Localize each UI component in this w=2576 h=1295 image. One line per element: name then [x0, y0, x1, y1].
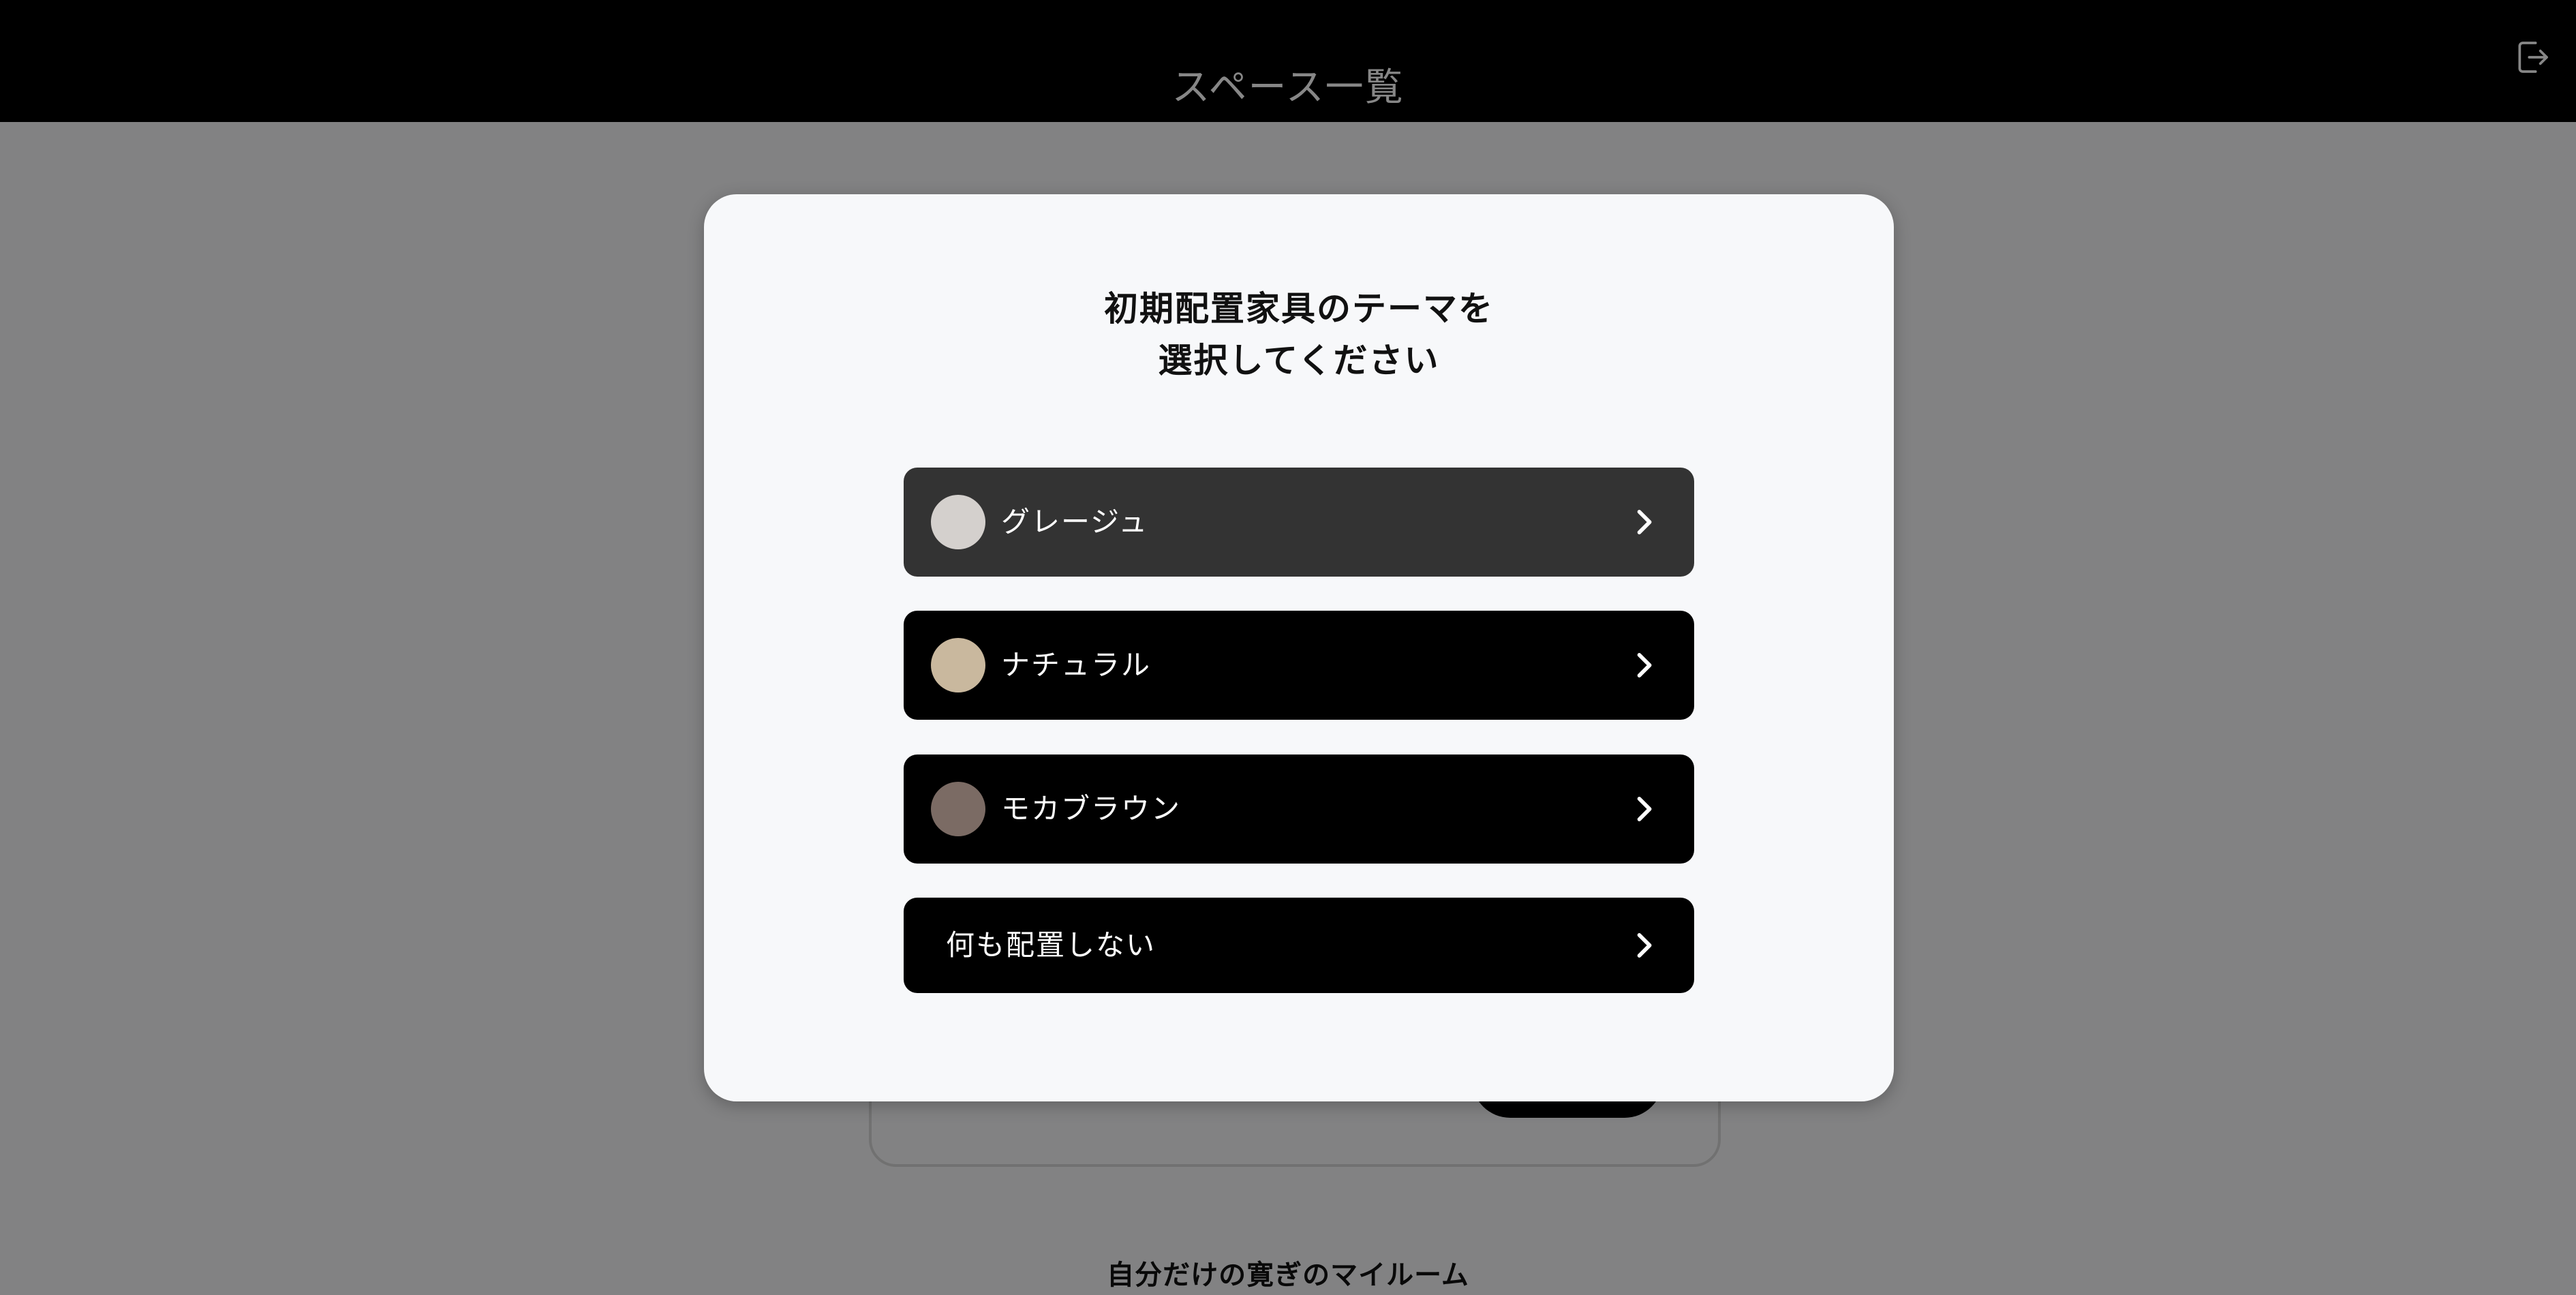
chevron-right-icon	[1637, 797, 1652, 821]
theme-option-none[interactable]: 何も配置しない	[904, 898, 1694, 993]
greige-swatch	[931, 495, 985, 549]
theme-option-natural[interactable]: ナチュラル	[904, 611, 1694, 720]
chevron-right-icon	[1637, 510, 1652, 534]
theme-option-label: ナチュラル	[1001, 648, 1152, 682]
theme-option-mocha-brown[interactable]: モカブラウン	[904, 755, 1694, 864]
theme-option-label: 何も配置しない	[946, 928, 1156, 962]
modal-title: 初期配置家具のテーマを 選択してください	[704, 283, 1894, 386]
theme-option-label: グレージュ	[1001, 505, 1149, 538]
theme-select-modal: 初期配置家具のテーマを 選択してください グレージュ ナチュラル モカブラウン …	[704, 194, 1894, 1101]
chevron-right-icon	[1637, 933, 1652, 958]
natural-swatch	[931, 638, 985, 692]
modal-title-line2: 選択してください	[1158, 341, 1440, 380]
theme-option-label: モカブラウン	[1001, 792, 1182, 825]
chevron-right-icon	[1637, 653, 1652, 677]
mocha-brown-swatch	[931, 782, 985, 836]
theme-option-greige[interactable]: グレージュ	[904, 468, 1694, 577]
modal-title-line1: 初期配置家具のテーマを	[1104, 289, 1494, 329]
